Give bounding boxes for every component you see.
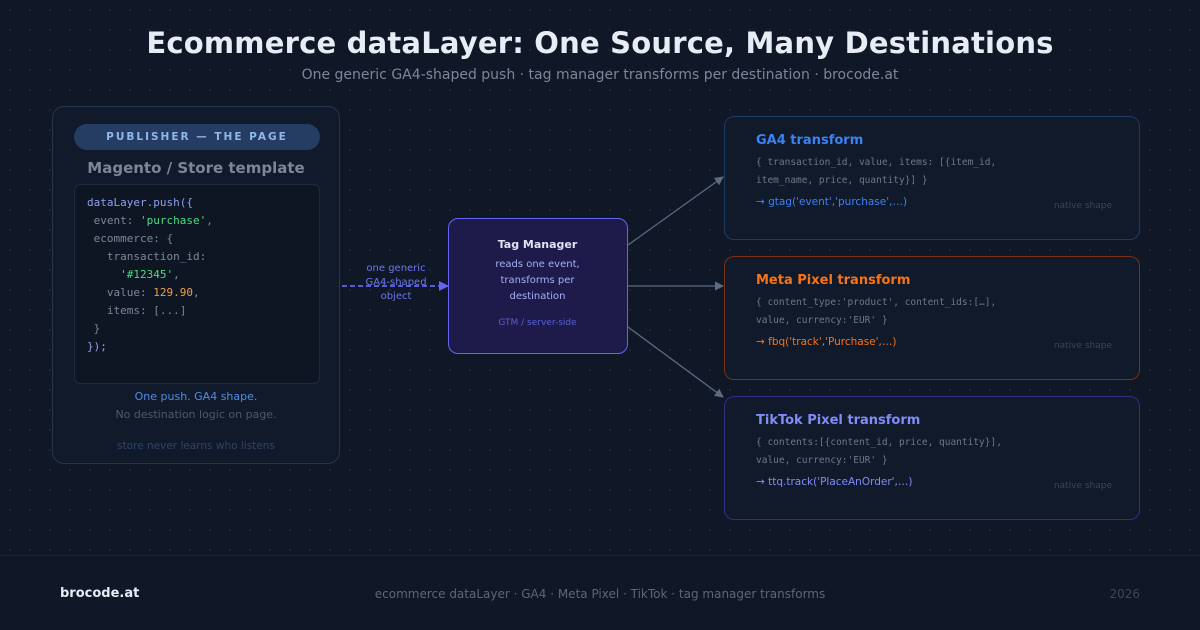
- destination-shape-line: item_name, price, quantity}] }: [756, 175, 928, 186]
- publisher-note-tertiary: store never learns who listens: [117, 440, 275, 452]
- code-pad: [87, 268, 120, 281]
- code-punct: ,: [192, 286, 200, 299]
- destination-native-label: native shape: [1053, 481, 1112, 491]
- destination-title: TikTok Pixel transform: [756, 413, 921, 428]
- code-line: }: [87, 322, 101, 335]
- footer-tagline: ecommerce dataLayer · GA4 · Meta Pixel ·…: [374, 587, 826, 601]
- destination-call: → fbq('track','Purchase',…): [756, 336, 897, 348]
- destination-native-label: native shape: [1053, 201, 1112, 211]
- destination-title: Meta Pixel transform: [756, 273, 911, 288]
- connector-label: one generic GA4-shaped object: [355, 262, 437, 304]
- code-string: 'purchase': [139, 214, 207, 227]
- destination-call: → gtag('event','purchase',…): [756, 196, 908, 208]
- publisher-note-primary: One push. GA4 shape.: [134, 390, 258, 403]
- destination-card-ga4: GA4 transform { transaction_id, value, i…: [724, 116, 1140, 240]
- code-number: 129.90: [153, 286, 193, 299]
- code-line: items: [...]: [87, 304, 187, 317]
- tag-manager-footer: GTM / server-side: [498, 318, 577, 328]
- code-punct: ,: [173, 268, 180, 281]
- destination-native-label: native shape: [1053, 341, 1112, 351]
- code-line: dataLayer.push({: [87, 196, 193, 209]
- tag-manager-node: Tag Manager reads one event, transforms …: [448, 218, 628, 354]
- tag-manager-desc-line: reads one event,: [495, 259, 580, 270]
- code-key: value:: [87, 286, 154, 299]
- tagmanager-to-tiktok-arrow: [627, 326, 724, 398]
- code-line: ecommerce: {: [87, 232, 174, 245]
- connector-label-line: object: [380, 291, 412, 302]
- datalayer-code-block: dataLayer.push({ event: 'purchase', ecom…: [74, 184, 320, 384]
- publisher-badge: PUBLISHER — THE PAGE: [74, 124, 320, 150]
- code-punct: ,: [206, 214, 213, 227]
- tag-manager-title: Tag Manager: [497, 238, 578, 251]
- connector-label-line: GA4-shaped: [365, 277, 427, 288]
- tagmanager-to-ga4-arrow: [627, 176, 724, 246]
- destination-card-tiktok: TikTok Pixel transform { contents:[{cont…: [724, 396, 1140, 520]
- tag-manager-desc-line: destination: [509, 291, 566, 302]
- footer-divider: [0, 555, 1200, 556]
- destination-shape-line: { content_type:'product', content_ids:[……: [756, 297, 997, 308]
- publisher-note-secondary: No destination logic on page.: [115, 408, 277, 421]
- code-line: });: [87, 340, 107, 353]
- code-string: '#12345': [120, 268, 174, 281]
- code-key: event:: [87, 214, 140, 227]
- publisher-subtitle: Magento / Store template: [87, 159, 305, 177]
- destination-shape-line: { transaction_id, value, items: [{item_i…: [756, 157, 997, 168]
- destination-title: GA4 transform: [756, 133, 864, 148]
- tag-manager-desc-line: transforms per: [500, 275, 575, 286]
- destination-shape-line: value, currency:'EUR' }: [756, 455, 888, 466]
- destination-card-meta: Meta Pixel transform { content_type:'pro…: [724, 256, 1140, 380]
- connector-label-line: one generic: [366, 263, 426, 274]
- publisher-panel: PUBLISHER — THE PAGE Magento / Store tem…: [52, 106, 340, 464]
- destination-shape-line: value, currency:'EUR' }: [756, 315, 888, 326]
- destination-shape-line: { contents:[{content_id, price, quantity…: [756, 437, 1002, 448]
- code-line: transaction_id:: [87, 250, 207, 263]
- destination-call: → ttq.track('PlaceAnOrder',…): [756, 476, 913, 488]
- footer-year: 2026: [1109, 587, 1140, 601]
